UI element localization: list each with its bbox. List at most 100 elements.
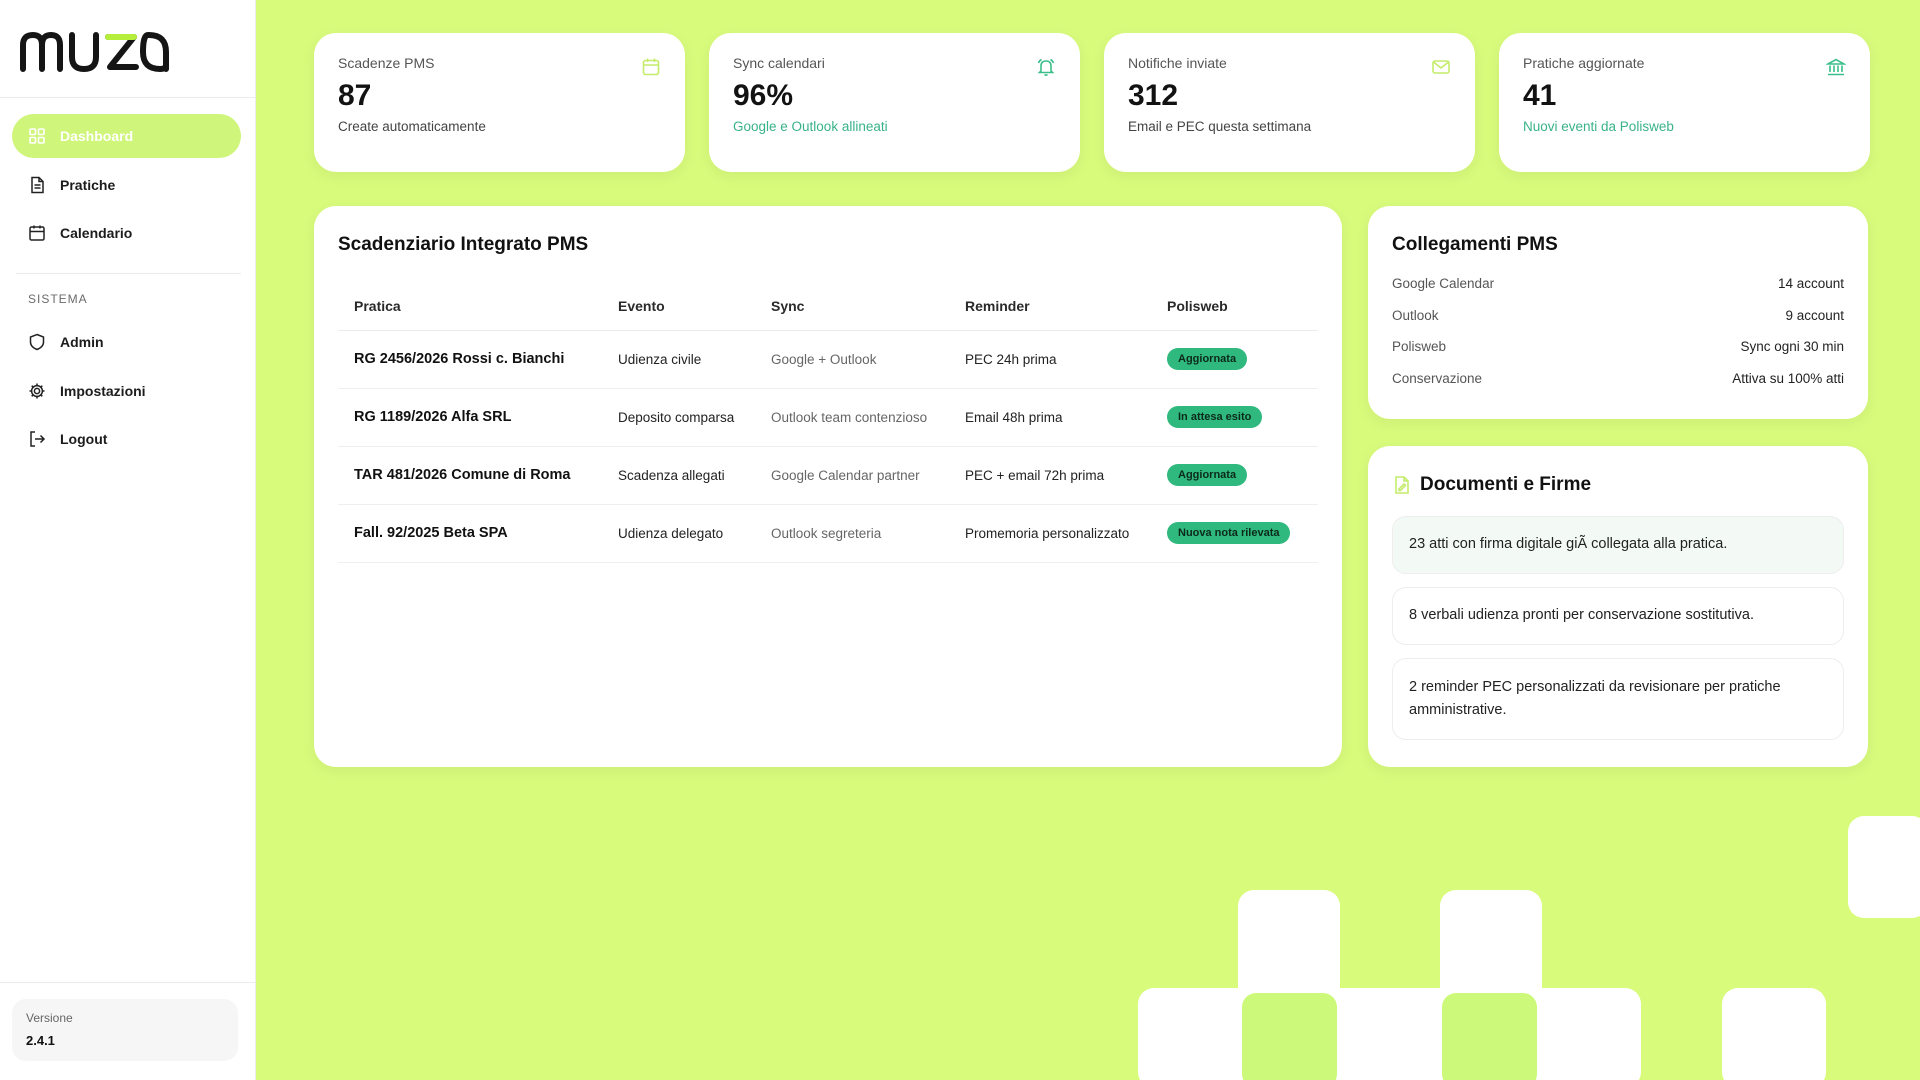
stat-card-sync: Sync calendari 96% Google e Outlook alli… — [709, 33, 1080, 172]
column-header[interactable]: Evento — [602, 282, 755, 331]
status-badge: Nuova nota rilevata — [1167, 522, 1291, 544]
decorative-block — [1242, 993, 1337, 1080]
grid-icon — [28, 127, 46, 145]
link-value: 9 account — [1785, 307, 1844, 323]
sidebar-item-label: Dashboard — [60, 128, 134, 144]
version-area: Versione 2.4.1 — [0, 982, 256, 1080]
panel-title: Scadenziario Integrato PMS — [338, 234, 589, 255]
sidebar-item-dashboard[interactable]: Dashboard — [12, 114, 241, 158]
sidebar-item-logout[interactable]: Logout — [12, 417, 241, 461]
decorative-block — [1138, 988, 1641, 1080]
link-value: Sync ogni 30 min — [1740, 339, 1844, 354]
status-badge: In attesa esito — [1167, 406, 1263, 428]
doc-item[interactable]: 23 atti con firma digitale giÃ collegata… — [1392, 516, 1844, 574]
schedule-panel: Scadenziario Integrato PMS Pratica Event… — [314, 206, 1342, 767]
status-badge: Aggiornata — [1167, 348, 1248, 370]
section-label: SISTEMA — [28, 292, 88, 306]
stat-subtitle: Nuovi eventi da Polisweb — [1523, 119, 1674, 134]
sidebar: Dashboard Pratiche Calendario SISTEMA Ad… — [0, 0, 256, 1080]
mail-icon — [1431, 57, 1451, 77]
logout-icon — [28, 430, 46, 448]
doc-item[interactable]: 8 verbali udienza pronti per conservazio… — [1392, 587, 1844, 645]
link-key: Outlook — [1392, 307, 1439, 323]
docs-header: Documenti e Firme — [1392, 474, 1844, 496]
bank-icon — [1824, 57, 1848, 77]
schedule-table: Pratica Evento Sync Reminder Polisweb RG… — [338, 282, 1318, 563]
cell-pratica: RG 2456/2026 Rossi c. Bianchi — [338, 330, 602, 389]
sidebar-item-label: Logout — [60, 431, 108, 447]
links-panel: Collegamenti PMS Google Calendar 14 acco… — [1368, 206, 1868, 419]
gear-icon — [28, 382, 46, 400]
decorative-block — [1848, 816, 1920, 918]
document-pen-icon — [1392, 475, 1412, 495]
decorative-block — [1722, 988, 1826, 1080]
stat-label: Notifiche inviate — [1128, 55, 1227, 71]
stat-value: 87 — [338, 79, 372, 112]
sidebar-item-admin[interactable]: Admin — [12, 320, 241, 364]
stat-card-notifiche: Notifiche inviate 312 Email e PEC questa… — [1104, 33, 1475, 172]
stat-subtitle: Create automaticamente — [338, 119, 486, 134]
sidebar-item-label: Admin — [60, 334, 104, 350]
cell-pratica: Fall. 92/2025 Beta SPA — [338, 504, 602, 563]
stat-subtitle: Google e Outlook allineati — [733, 119, 888, 134]
cell-sync: Google Calendar partner — [755, 446, 949, 505]
cell-evento: Deposito comparsa — [602, 388, 755, 447]
link-key: Conservazione — [1392, 370, 1483, 386]
column-header[interactable]: Sync — [755, 282, 949, 331]
sidebar-item-label: Impostazioni — [60, 382, 146, 399]
sidebar-item-impostazioni[interactable]: Impostazioni — [12, 369, 241, 413]
panel-title: Collegamenti PMS — [1392, 234, 1558, 255]
muza-logo — [20, 31, 169, 72]
link-key: Google Calendar — [1392, 276, 1495, 291]
cell-sync: Outlook team contenzioso — [755, 388, 949, 447]
calendar-icon — [641, 57, 661, 77]
table-row[interactable]: Fall. 92/2025 Beta SPA Udienza delegato … — [338, 504, 1318, 563]
cell-sync: Outlook segreteria — [755, 504, 949, 563]
cell-reminder: PEC 24h prima — [949, 330, 1151, 389]
sidebar-item-label: Pratiche — [60, 176, 116, 193]
panel-title: Documenti e Firme — [1420, 474, 1592, 495]
stat-value: 96% — [733, 79, 794, 112]
cell-evento: Udienza delegato — [602, 504, 755, 563]
table-row[interactable]: RG 1189/2026 Alfa SRL Deposito comparsa … — [338, 388, 1318, 447]
status-badge: Aggiornata — [1167, 464, 1248, 486]
brand-logo[interactable] — [0, 0, 255, 98]
cell-polisweb: Aggiornata — [1151, 446, 1318, 505]
cell-reminder: PEC + email 72h prima — [949, 446, 1151, 505]
doc-item[interactable]: 2 reminder PEC personalizzati da revisio… — [1392, 658, 1844, 740]
cell-polisweb: Aggiornata — [1151, 330, 1318, 389]
cell-polisweb: In attesa esito — [1151, 388, 1318, 447]
cell-pratica: RG 1189/2026 Alfa SRL — [338, 388, 602, 447]
table-row[interactable]: RG 2456/2026 Rossi c. Bianchi Udienza ci… — [338, 330, 1318, 389]
bell-icon — [1036, 57, 1056, 77]
cell-sync: Google + Outlook — [755, 330, 949, 389]
shield-icon — [28, 333, 46, 351]
column-header[interactable]: Polisweb — [1151, 282, 1318, 331]
stat-label: Sync calendari — [733, 55, 825, 71]
sidebar-item-label: Calendario — [60, 225, 133, 241]
column-header[interactable]: Pratica — [338, 282, 602, 331]
link-row-google: Google Calendar 14 account — [1392, 276, 1844, 291]
link-row-polisweb: Polisweb Sync ogni 30 min — [1392, 339, 1844, 354]
link-row-outlook: Outlook 9 account — [1392, 308, 1844, 323]
stat-card-pratiche: Pratiche aggiornate 41 Nuovi eventi da P… — [1499, 33, 1870, 172]
link-value: 14 account — [1777, 276, 1844, 291]
sidebar-item-pratiche[interactable]: Pratiche — [12, 163, 241, 207]
cell-reminder: Promemoria personalizzato — [949, 504, 1151, 563]
stat-value: 312 — [1128, 79, 1179, 112]
link-key: Polisweb — [1392, 339, 1447, 354]
link-row-conservazione: Conservazione Attiva su 100% atti — [1392, 371, 1844, 386]
cell-pratica: TAR 481/2026 Comune di Roma — [338, 446, 602, 505]
document-icon — [28, 176, 46, 194]
decorative-block — [1442, 993, 1537, 1080]
stat-value: 41 — [1523, 79, 1557, 112]
table-header-row: Pratica Evento Sync Reminder Polisweb — [338, 282, 1318, 331]
cell-polisweb: Nuova nota rilevata — [1151, 504, 1318, 563]
cell-reminder: Email 48h prima — [949, 388, 1151, 447]
cell-evento: Udienza civile — [602, 330, 755, 389]
column-header[interactable]: Reminder — [949, 282, 1151, 331]
stat-subtitle: Email e PEC questa settimana — [1128, 119, 1312, 134]
calendar-icon — [28, 224, 46, 242]
table-row[interactable]: TAR 481/2026 Comune di Roma Scadenza all… — [338, 446, 1318, 505]
sidebar-item-calendario[interactable]: Calendario — [12, 211, 241, 255]
